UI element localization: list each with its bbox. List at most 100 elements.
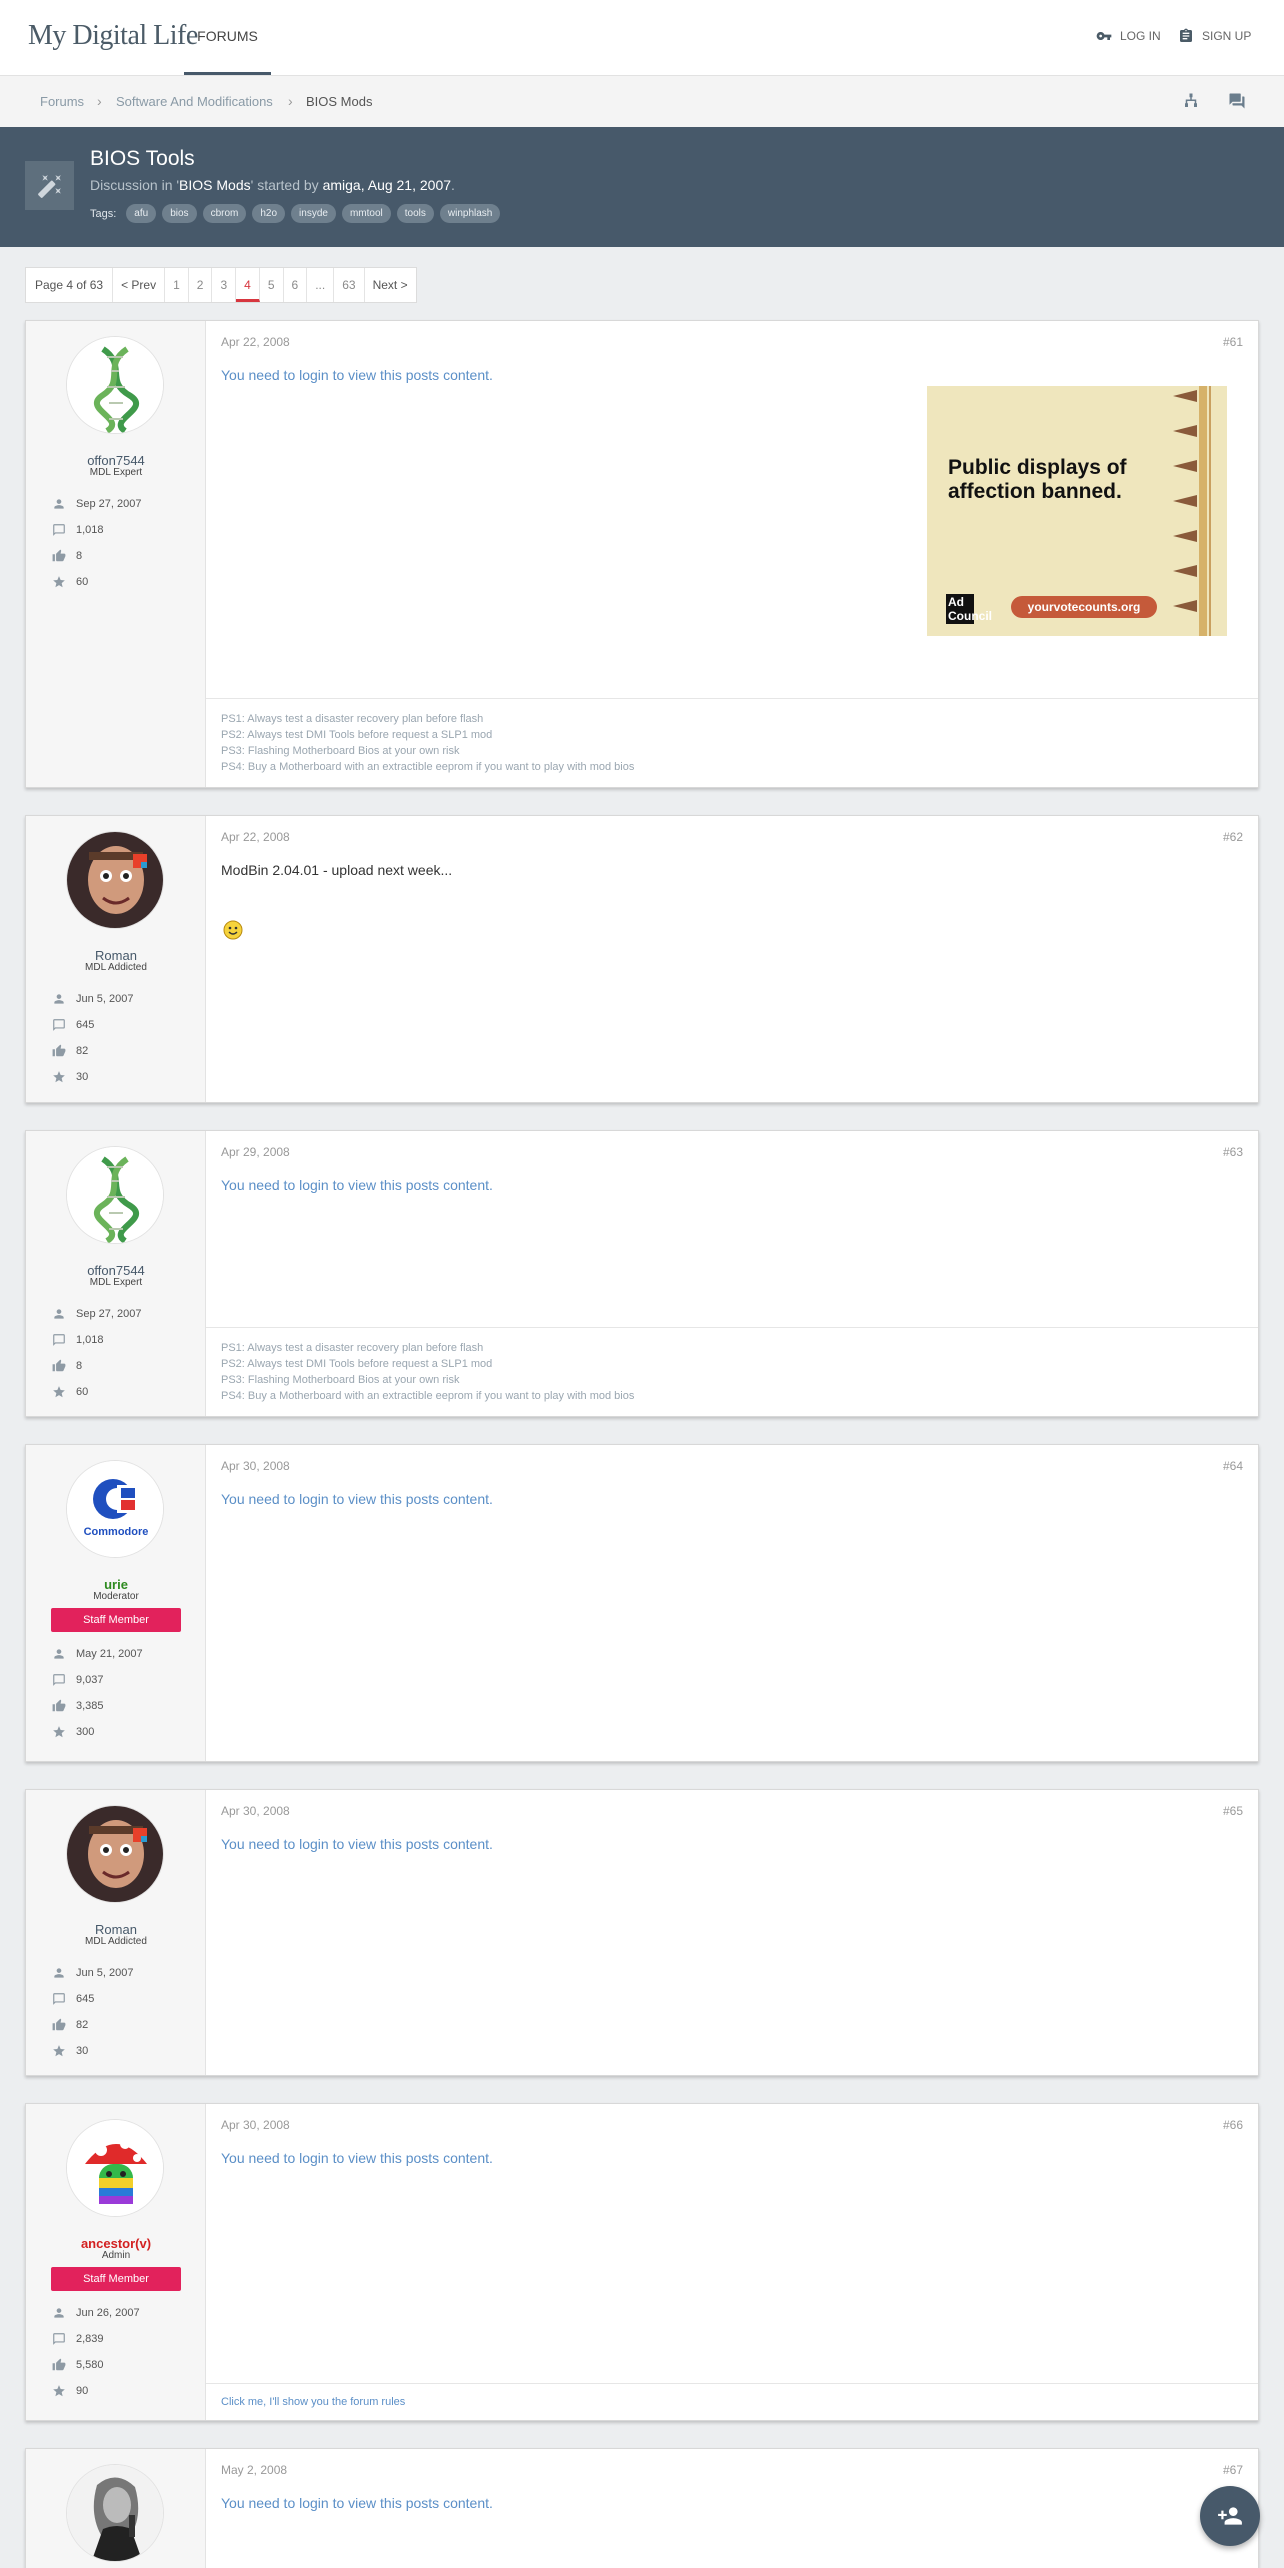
page-link-2[interactable]: 2 [189, 268, 213, 302]
tag[interactable]: h2o [252, 204, 286, 223]
signature-line: PS1: Always test a disaster recovery pla… [221, 713, 484, 725]
tag[interactable]: insyde [291, 204, 336, 223]
stat-messages: 1,018 [52, 517, 141, 543]
forum-rules-link[interactable]: Click me, I'll show you the forum rules [221, 2396, 1243, 2408]
joined-value: Jun 26, 2007 [76, 2307, 140, 2319]
tag[interactable]: winphlash [439, 204, 501, 223]
breadcrumb-forums[interactable]: Forums [40, 94, 84, 109]
points-value: 60 [76, 1386, 89, 1398]
post-signature: Click me, I'll show you the forum rules [206, 2383, 1258, 2420]
stat-likes: 5,580 [52, 2352, 140, 2378]
post-number[interactable]: #65 [1223, 1804, 1243, 1818]
login-required-notice[interactable]: You need to login to view this posts con… [221, 2495, 493, 2511]
tag[interactable]: afu [126, 204, 157, 223]
username[interactable]: urie [26, 1577, 206, 1592]
user-stats: Sep 27, 2007 1,018 8 60 [52, 491, 141, 595]
joined-value: Jun 5, 2007 [76, 1967, 134, 1979]
staff-member-badge: Staff Member [51, 1608, 181, 1632]
new-posts-icon[interactable] [1228, 92, 1246, 110]
username[interactable]: offon7544 [26, 453, 206, 468]
likes-value: 82 [76, 1045, 89, 1057]
post-date[interactable]: Apr 22, 2008 [221, 830, 290, 844]
login-required-notice[interactable]: You need to login to view this posts con… [221, 1177, 493, 1193]
login-required-notice[interactable]: You need to login to view this posts con… [221, 1836, 493, 1852]
stat-likes: 82 [52, 1038, 134, 1064]
user-title: MDL Expert [89, 467, 143, 478]
post-number[interactable]: #62 [1223, 830, 1243, 844]
post-date[interactable]: Apr 29, 2008 [221, 1145, 290, 1159]
user-stats: Sep 27, 2007 1,018 8 60 [52, 1301, 141, 1405]
login-required-notice[interactable]: You need to login to view this posts con… [221, 1491, 493, 1507]
stat-likes: 82 [52, 2012, 134, 2038]
post-number[interactable]: #67 [1223, 2463, 1243, 2477]
username[interactable]: Roman [26, 1922, 206, 1937]
username[interactable]: Roman [26, 948, 206, 963]
post-date[interactable]: Apr 30, 2008 [221, 1459, 290, 1473]
post-date[interactable]: Apr 30, 2008 [221, 2118, 290, 2132]
username[interactable]: offon7544 [26, 1263, 206, 1278]
site-logo[interactable]: My Digital Life [28, 20, 198, 52]
person-icon [54, 1309, 64, 1319]
ad-decoration [1209, 386, 1211, 636]
stat-messages: 9,037 [52, 1667, 143, 1693]
avatar[interactable] [66, 1146, 164, 1244]
thumbs-up-icon [52, 549, 66, 562]
thread-author-link[interactable]: amiga [323, 177, 361, 193]
user-title: Admin [101, 2250, 131, 2261]
page-jump-ellipsis[interactable]: ... [307, 268, 335, 302]
next-page-button[interactable]: Next > [365, 268, 416, 302]
person-icon [54, 1968, 64, 1978]
tag[interactable]: cbrom [202, 204, 247, 223]
page-link-6[interactable]: 6 [284, 268, 308, 302]
register-fab-button[interactable] [1200, 2486, 1260, 2546]
avatar[interactable] [66, 1805, 164, 1903]
meta-end: . [451, 177, 455, 193]
thread-meta: Discussion in 'BIOS Mods' started by ami… [90, 177, 455, 193]
post-number[interactable]: #61 [1223, 335, 1243, 349]
user-stats: Jun 5, 2007 645 82 30 [52, 986, 134, 1090]
avatar[interactable] [66, 336, 164, 434]
avatar[interactable]: Commodore [66, 1460, 164, 1558]
tag[interactable]: mmtool [341, 204, 391, 223]
breadcrumb-bios-mods[interactable]: BIOS Mods [306, 94, 372, 109]
post-date[interactable]: May 2, 2008 [221, 2463, 287, 2477]
thread-forum-link[interactable]: BIOS Mods [179, 177, 251, 193]
post-date[interactable]: Apr 22, 2008 [221, 335, 290, 349]
signup-link[interactable]: SIGN UP [1178, 28, 1251, 44]
nav-tab-forums[interactable]: FORUMS [184, 0, 271, 75]
page-link-63[interactable]: 63 [334, 268, 365, 302]
login-required-notice[interactable]: You need to login to view this posts con… [221, 2150, 493, 2166]
likes-value: 3,385 [76, 1700, 104, 1712]
tag[interactable]: tools [396, 204, 434, 223]
login-link[interactable]: LOG IN [1096, 28, 1161, 44]
page-link-current[interactable]: 4 [236, 268, 260, 302]
stat-joined: Jun 5, 2007 [52, 1960, 134, 1986]
star-icon [53, 2385, 65, 2397]
breadcrumb-software[interactable]: Software And Modifications [116, 94, 273, 109]
advertisement[interactable]: Public displays of affection banned. Ad … [927, 386, 1227, 636]
user-title: MDL Addicted [85, 1936, 147, 1947]
thumbs-up-icon [52, 2018, 66, 2031]
sitemap-icon[interactable] [1182, 92, 1200, 110]
meta-prefix: Discussion in ' [90, 177, 180, 193]
login-required-notice[interactable]: You need to login to view this posts con… [221, 367, 493, 383]
avatar[interactable] [66, 831, 164, 929]
avatar[interactable] [66, 2464, 164, 2562]
post-date[interactable]: Apr 30, 2008 [221, 1804, 290, 1818]
page-link-5[interactable]: 5 [260, 268, 284, 302]
page-link-1[interactable]: 1 [165, 268, 189, 302]
signature-line: PS4: Buy a Motherboard with an extractib… [221, 761, 635, 773]
avatar[interactable] [66, 2119, 164, 2217]
ad-headline: Public displays of affection banned. [948, 456, 1127, 503]
post-number[interactable]: #66 [1223, 2118, 1243, 2132]
tag[interactable]: bios [162, 204, 197, 223]
user-stats: Jun 26, 2007 2,839 5,580 90 [52, 2300, 140, 2404]
prev-page-button[interactable]: < Prev [113, 268, 166, 302]
page-indicator: Page 4 of 63 [26, 268, 114, 302]
username[interactable]: ancestor(v) [26, 2236, 206, 2251]
page-link-3[interactable]: 3 [212, 268, 237, 302]
likes-value: 8 [76, 550, 83, 562]
post-number[interactable]: #64 [1223, 1459, 1243, 1473]
post-number[interactable]: #63 [1223, 1145, 1243, 1159]
staff-member-badge: Staff Member [51, 2267, 181, 2291]
